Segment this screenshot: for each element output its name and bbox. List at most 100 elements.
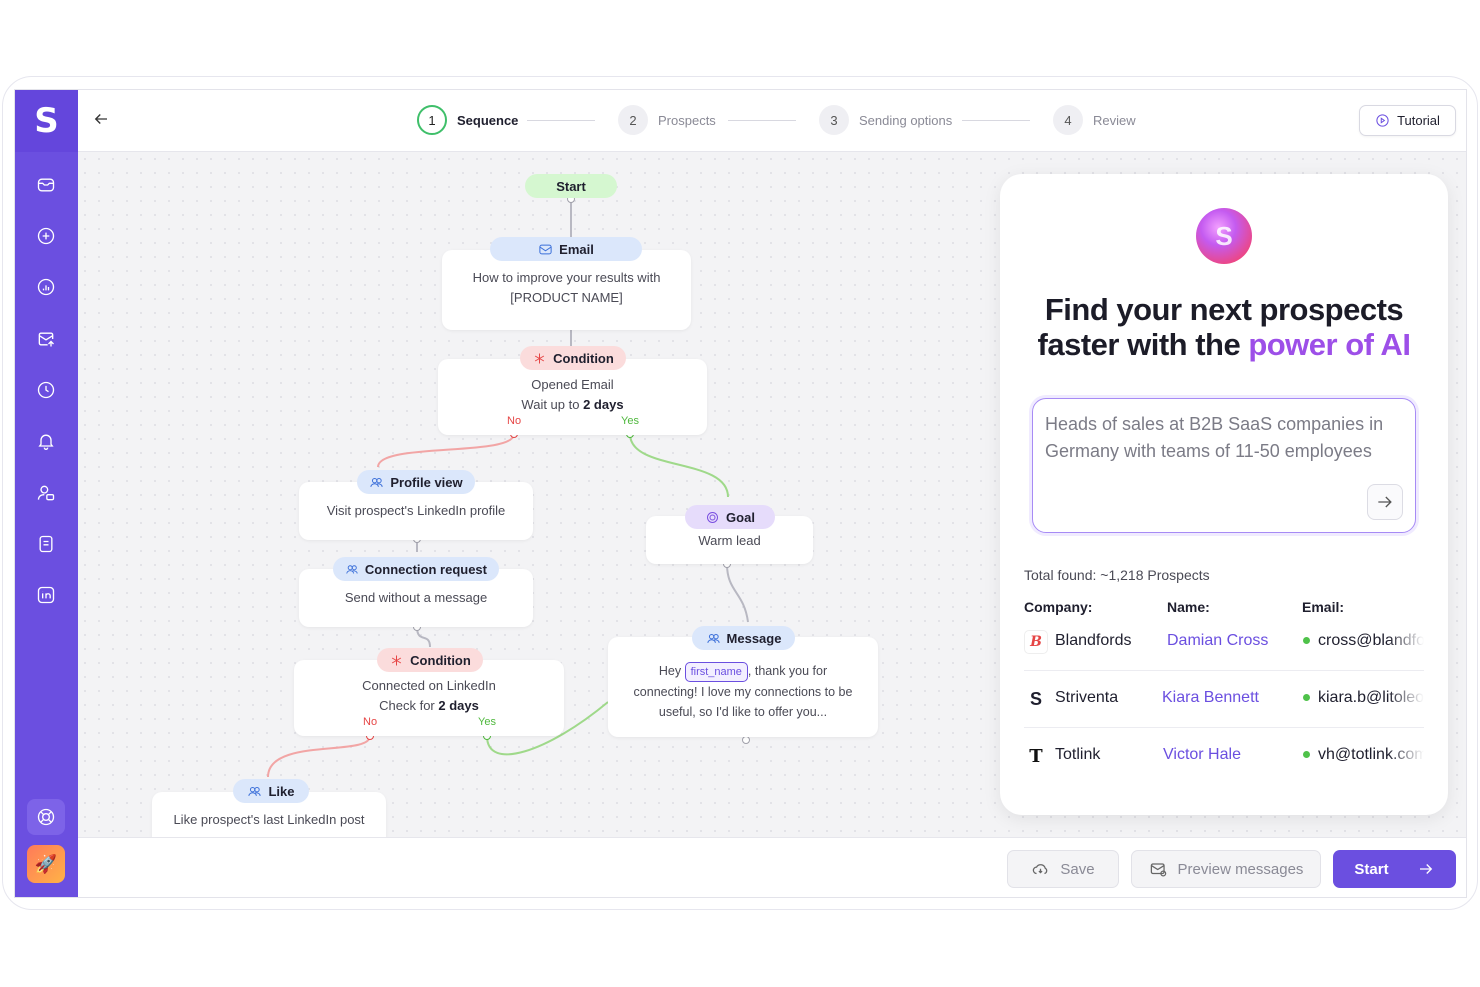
step-review[interactable]: 4 Review [1053,105,1136,135]
email-title: Email [559,241,594,257]
ai-title: Find your next prospects faster with the… [1037,292,1411,362]
company-name: Blandfords [1055,632,1132,649]
preview-messages-button[interactable]: Preview messages [1131,850,1321,888]
no-branch-label: No [363,716,378,728]
add-circle-icon[interactable] [35,225,57,247]
condition-line2: Wait up to 2 days [521,397,624,412]
target-icon [707,511,719,523]
mail-preview-icon [1150,862,1166,876]
step-label: Prospects [658,112,716,128]
connector-dot[interactable] [742,736,750,744]
step-label: Sending options [859,112,953,128]
step-divider [728,120,796,121]
notes-icon[interactable] [35,533,57,555]
asterisk-icon [392,655,402,665]
ai-search-input[interactable]: Heads of sales at B2B SaaS companies in … [1032,398,1416,533]
prospect-email: cross@blandfords.com [1303,632,1424,650]
condition-line1: Opened Email [531,377,614,392]
users-icon [248,786,262,796]
help-icon[interactable] [27,799,65,835]
start-label: Start [1354,860,1389,878]
step-label: Review [1093,112,1136,128]
step-number: 3 [819,105,849,135]
connection-title: Connection request [364,561,487,577]
like-body: Like prospect's last LinkedIn post [173,812,365,827]
email-column-header: Email: [1302,599,1345,615]
app-logo[interactable]: S [15,90,78,152]
send-button[interactable] [1367,484,1403,520]
name-column-header: Name: [1167,599,1210,615]
step-sequence[interactable]: 1 Sequence [417,105,518,135]
condition-step-card[interactable]: Opened Email Wait up to 2 days [438,359,707,435]
profile-view-title: Profile view [390,474,463,490]
start-button[interactable]: Start [1333,850,1456,888]
step-number: 4 [1053,105,1083,135]
prospect-email: kiara.b@litoleo.com [1303,689,1424,707]
arrow-right-icon [1378,496,1392,508]
message-title: Message [726,630,782,646]
tutorial-button[interactable]: Tutorial [1359,105,1456,136]
preview-label: Preview messages [1177,860,1304,878]
condition-line2: Check for 2 days [379,698,479,713]
total-found: Total found: ~1,218 Prospects [1024,567,1210,583]
ai-query-text[interactable]: Heads of sales at B2B SaaS companies in … [1045,411,1395,465]
connection-body: Send without a message [344,590,488,605]
asterisk-icon [535,353,545,363]
goal-body: Warm lead [698,533,761,548]
ai-prospect-panel: S Find your next prospects faster with t… [1000,174,1448,815]
message-step-pill[interactable]: Message [692,626,795,650]
prospect-row[interactable]: S Striventa Kiara Bennett kiara.b@litole… [1024,672,1424,728]
back-arrow-icon[interactable] [92,110,112,130]
prospect-name[interactable]: Victor Hale [1163,746,1241,764]
goal-step-pill[interactable]: Goal [685,505,775,529]
outbox-icon[interactable] [35,328,57,350]
step-sending-options[interactable]: 3 Sending options [819,105,952,135]
condition-title: Condition [553,350,614,366]
like-title: Like [268,783,295,799]
top-header: 1 Sequence 2 Prospects 3 Sending options… [78,90,1466,152]
blandfords-logo-icon: B [1024,630,1048,654]
condition-step-pill[interactable]: Condition [377,648,483,672]
like-step-pill[interactable]: Like [233,779,309,803]
bell-icon[interactable] [35,430,57,452]
users-icon [346,564,358,574]
first-name-variable[interactable]: first_name [684,662,748,682]
app-window: S 🚀 1 Sequence 2 Prospects 3 Sending opt… [14,89,1467,898]
email-step-card[interactable]: How to improve your results with [PRODUC… [442,250,691,330]
message-step-card[interactable]: Hey first_name, thank you for connecting… [608,637,878,737]
connection-step-pill[interactable]: Connection request [333,557,499,581]
step-divider [527,120,595,121]
prospect-name[interactable]: Damian Cross [1167,632,1268,650]
profile-view-step-pill[interactable]: Profile view [357,470,475,494]
company-column-header: Company: [1024,599,1093,615]
no-branch-label: No [507,415,522,427]
striventa-logo-icon: S [1029,688,1042,709]
step-prospects[interactable]: 2 Prospects [618,105,716,135]
email-step-pill[interactable]: Email [490,237,642,261]
linkedin-icon[interactable] [35,584,57,606]
save-button[interactable]: Save [1007,850,1119,888]
users-icon [706,633,720,643]
start-node[interactable]: Start [525,174,617,198]
contacts-icon[interactable] [35,482,57,504]
prospect-row[interactable]: T Totlink Victor Hale vh@totlink.com [1024,729,1424,785]
message-line2: connecting! I love my connections to be [633,685,853,699]
arrow-right-icon [1419,864,1432,874]
prospect-name[interactable]: Kiara Bennett [1162,689,1259,707]
clock-icon[interactable] [35,379,57,401]
message-line1: Hey first_name, thank you for [608,661,878,682]
prospect-row[interactable]: B Blandfords Damian Cross cross@blandfor… [1024,615,1424,671]
rocket-icon[interactable]: 🚀 [27,845,65,883]
company-name: Striventa [1055,689,1119,706]
condition-step-pill[interactable]: Condition [520,346,626,370]
prospect-email: vh@totlink.com [1303,746,1424,764]
start-label: Start [556,178,586,194]
envelope-icon [539,244,552,254]
play-icon [1376,114,1389,127]
company-name: Totlink [1055,746,1101,763]
step-number: 2 [618,105,648,135]
analytics-icon[interactable] [35,276,57,298]
sidebar: S 🚀 [15,90,78,897]
mail-icon[interactable] [35,174,57,196]
step-label: Sequence [457,112,519,128]
